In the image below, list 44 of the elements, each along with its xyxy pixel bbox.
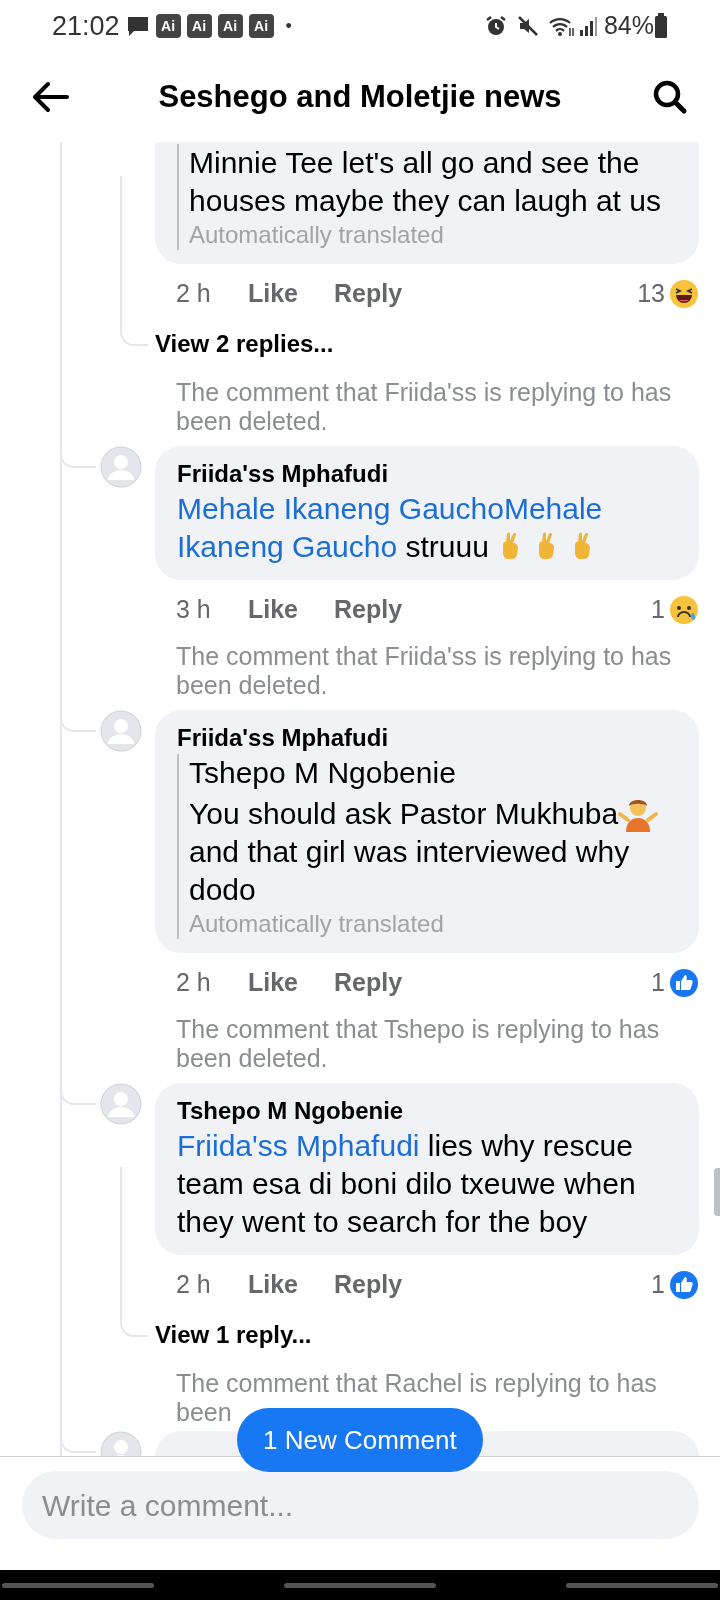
comment-author[interactable]: Friida'ss Mphafudi bbox=[177, 722, 677, 754]
reply-link[interactable]: Reply bbox=[334, 964, 403, 1002]
comment-time: 2 h bbox=[176, 967, 212, 999]
notification-badge: Ai bbox=[155, 14, 181, 38]
deleted-comment-notice: The comment that Tshepo is replying to has been deleted. bbox=[176, 1015, 661, 1073]
like-link[interactable]: Like bbox=[248, 275, 299, 313]
clock-time: 21:02 bbox=[52, 9, 120, 43]
new-comment-button[interactable]: 1 New Comment bbox=[237, 1408, 483, 1472]
comment-field[interactable]: Write a comment... bbox=[42, 1482, 679, 1528]
view-replies-link[interactable]: View 2 replies... bbox=[155, 326, 334, 362]
notification-badge: Ai bbox=[186, 14, 212, 38]
like-link[interactable]: Like bbox=[248, 964, 299, 1002]
mention-link[interactable]: Friida'ss Mphafudi bbox=[177, 1129, 420, 1162]
translation-note: Automatically translated bbox=[189, 220, 445, 250]
mention-link[interactable]: Ikaneng Gaucho bbox=[177, 530, 398, 563]
notification-badge: Ai bbox=[217, 14, 243, 38]
comment-time: 3 h bbox=[176, 594, 212, 626]
separator-dot: • bbox=[285, 14, 292, 38]
notification-badge: Ai bbox=[248, 14, 274, 38]
comment-text: Mehale Ikaneng GauchoMehale Ikaneng Gaucho struuu bbox=[177, 491, 604, 565]
like-link[interactable]: Like bbox=[248, 1266, 299, 1304]
reply-link[interactable]: Reply bbox=[334, 275, 403, 313]
reply-link[interactable]: Reply bbox=[334, 591, 403, 629]
comment-author[interactable]: Tshepo M Ngobenie bbox=[177, 1095, 677, 1127]
comment-time: 2 h bbox=[176, 278, 212, 310]
comment-time: 2 h bbox=[176, 1269, 212, 1301]
mention-link[interactable]: Mehale Ikaneng GauchoMehale bbox=[177, 492, 603, 525]
deleted-comment-notice: The comment that Friida'ss is replying to has been deleted. bbox=[176, 642, 673, 700]
comment-author[interactable]: Friida'ss Mphafudi bbox=[177, 458, 677, 490]
reaction-count: 1 bbox=[651, 967, 665, 999]
deleted-comment-notice: The comment that Friida'ss is replying to has been deleted. bbox=[176, 378, 673, 436]
reaction-count: 1 bbox=[651, 1269, 665, 1301]
view-replies-link[interactable]: View 1 reply... bbox=[155, 1317, 312, 1353]
page-title: Seshego and Moletjie news bbox=[157, 77, 563, 116]
comment-text: Minnie Tee let's all go and see the houses maybe they can laugh at us bbox=[189, 145, 662, 219]
comment-text: Tshepo M Ngobenie You should ask Pastor Mukhuba and that girl was interviewed why dodo bbox=[189, 754, 677, 909]
comment-input[interactable]: Write a comment... bbox=[22, 1471, 699, 1539]
translation-note: Automatically translated bbox=[189, 909, 445, 939]
reply-link[interactable]: Reply bbox=[334, 1266, 403, 1304]
reaction-count: 1 bbox=[651, 594, 665, 626]
reaction-count: 13 bbox=[637, 278, 665, 310]
comment-text: Friida'ss Mphafudi lies why rescue team esa di boni dilo txeuwe when they went to search for the boy bbox=[177, 1128, 637, 1240]
battery-percentage: 84% bbox=[603, 10, 654, 42]
like-link[interactable]: Like bbox=[248, 591, 299, 629]
